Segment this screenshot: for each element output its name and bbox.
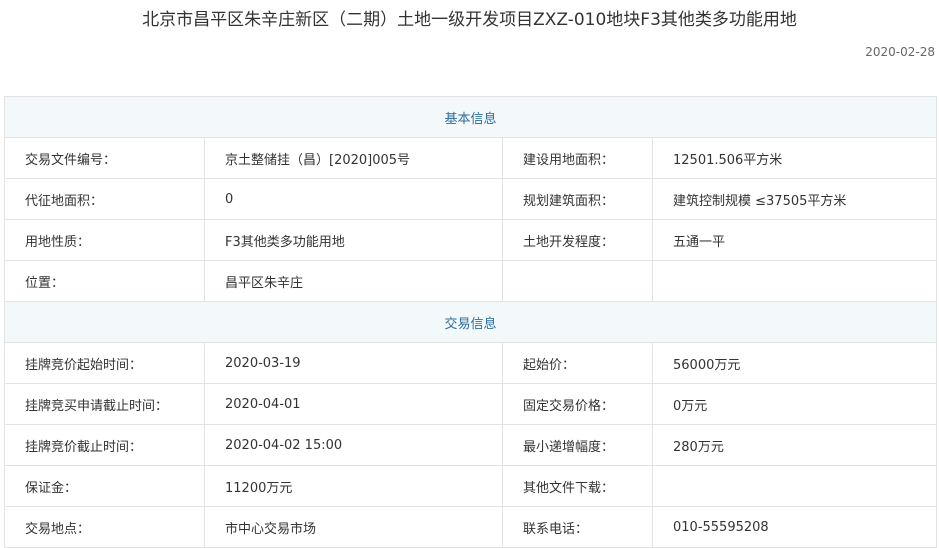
field-value: 0万元 xyxy=(651,383,938,425)
field-value: 京土整储挂（昌）[2020]005号 xyxy=(204,137,503,179)
field-label: 位置： xyxy=(4,260,205,302)
table-row: 保证金： 11200万元 其他文件下载： xyxy=(4,465,938,507)
field-value: 11200万元 xyxy=(204,465,503,507)
field-label: 最小递增幅度： xyxy=(502,424,653,466)
field-label: 保证金： xyxy=(4,465,205,507)
field-value: 建筑控制规模 ≤37505平方米 xyxy=(651,178,938,220)
field-label: 用地性质： xyxy=(4,219,205,261)
publish-date: 2020-02-28 xyxy=(865,45,935,59)
table-row: 交易文件编号： 京土整储挂（昌）[2020]005号 建设用地面积： 12501… xyxy=(4,137,938,179)
field-value: 0 xyxy=(204,178,503,220)
field-value: 2020-04-02 15:00 xyxy=(204,424,503,466)
field-value: 56000万元 xyxy=(651,342,938,384)
field-label: 建设用地面积： xyxy=(502,137,653,179)
field-value: 五通一平 xyxy=(651,219,938,261)
field-label: 土地开发程度： xyxy=(502,219,653,261)
table-row: 交易地点： 市中心交易市场 联系电话： 010-55595208 xyxy=(4,506,938,548)
table-row: 挂牌竞价截止时间： 2020-04-02 15:00 最小递增幅度： 280万元 xyxy=(4,424,938,466)
field-value: 010-55595208 xyxy=(651,506,938,548)
field-label: 固定交易价格： xyxy=(502,383,653,425)
table-row: 位置： 昌平区朱辛庄 xyxy=(4,260,938,302)
table-row: 代征地面积： 0 规划建筑面积： 建筑控制规模 ≤37505平方米 xyxy=(4,178,938,220)
section-title: 交易信息 xyxy=(3,301,938,343)
field-value: 280万元 xyxy=(651,424,938,466)
field-label xyxy=(502,260,653,302)
section-title: 基本信息 xyxy=(3,96,938,138)
field-value: 昌平区朱辛庄 xyxy=(204,260,503,302)
field-value xyxy=(651,260,938,302)
field-value: 市中心交易市场 xyxy=(204,506,503,548)
table-row: 挂牌竞价起始时间： 2020-03-19 起始价： 56000万元 xyxy=(4,342,938,384)
field-label: 其他文件下载： xyxy=(502,465,653,507)
table-row: 挂牌竞买申请截止时间： 2020-04-01 固定交易价格： 0万元 xyxy=(4,383,938,425)
info-table: 基本信息 交易文件编号： 京土整储挂（昌）[2020]005号 建设用地面积： … xyxy=(3,96,938,548)
field-value: 2020-04-01 xyxy=(204,383,503,425)
field-value: 2020-03-19 xyxy=(204,342,503,384)
field-label: 起始价： xyxy=(502,342,653,384)
download-link[interactable] xyxy=(651,465,938,507)
field-label: 联系电话： xyxy=(502,506,653,548)
table-row: 用地性质： F3其他类多功能用地 土地开发程度： 五通一平 xyxy=(4,219,938,261)
field-label: 挂牌竞买申请截止时间： xyxy=(4,383,205,425)
field-label: 交易地点： xyxy=(4,506,205,548)
field-value: F3其他类多功能用地 xyxy=(204,219,503,261)
section-header-basic: 基本信息 xyxy=(3,96,938,138)
section-header-trade: 交易信息 xyxy=(3,301,938,343)
field-label: 规划建筑面积： xyxy=(502,178,653,220)
page-title: 北京市昌平区朱辛庄新区（二期）土地一级开发项目ZXZ-010地块F3其他类多功能… xyxy=(142,10,797,30)
field-label: 挂牌竞价截止时间： xyxy=(4,424,205,466)
field-label: 交易文件编号： xyxy=(4,137,205,179)
field-value: 12501.506平方米 xyxy=(651,137,938,179)
field-label: 代征地面积： xyxy=(4,178,205,220)
field-label: 挂牌竞价起始时间： xyxy=(4,342,205,384)
